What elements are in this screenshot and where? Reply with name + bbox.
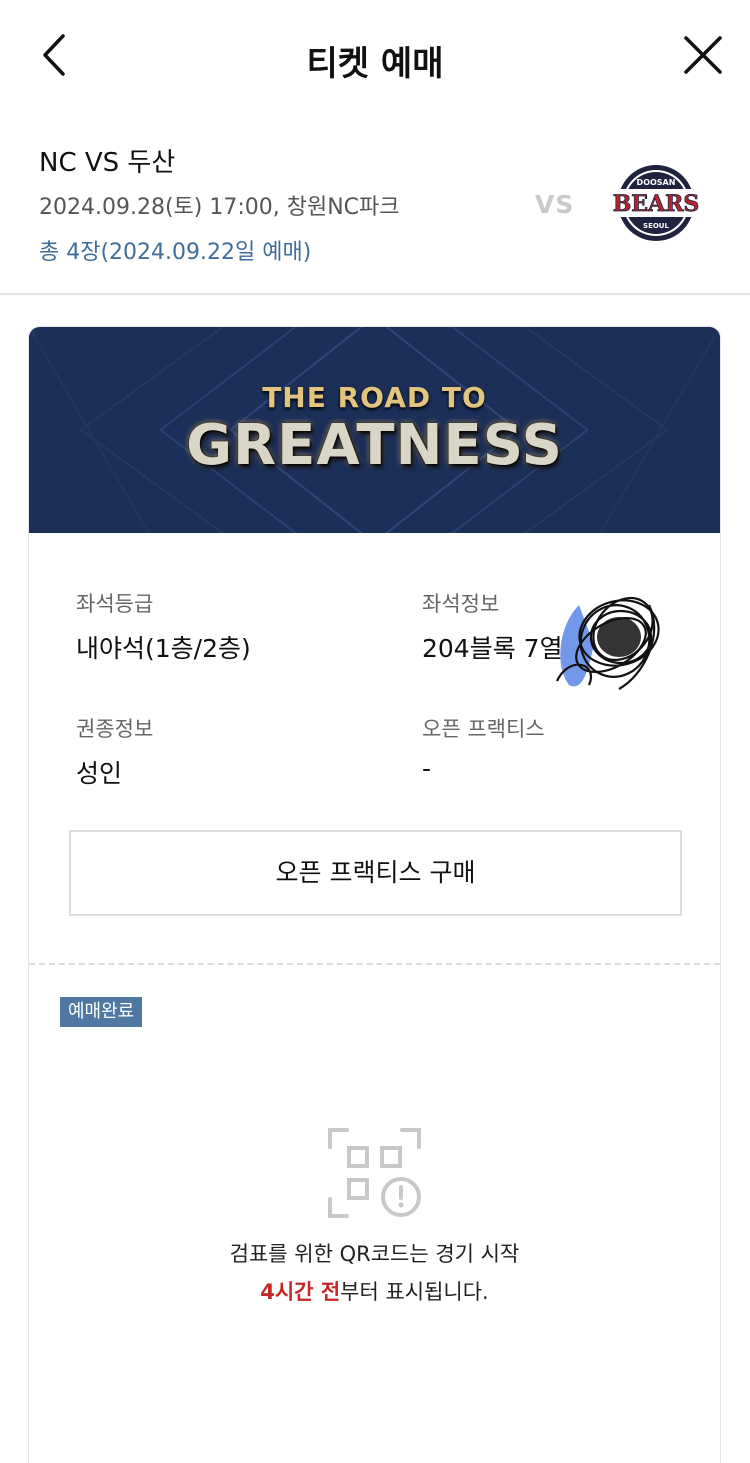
seat-info-label: 좌석정보 [422,592,500,616]
match-name: NC VS 두산 [39,148,176,178]
banner-line-2: GREATNESS [186,413,563,478]
qr-notice-rest: 부터 표시됩니다. [340,1280,489,1304]
ticket-details: 좌석등급 내야석(1층/2층) 좌석정보 204블록 7열 권종정보 성인 오픈… [29,533,720,1304]
page-title: 티켓 예매 [306,44,444,84]
open-practice-value: - [422,754,432,783]
doosan-bears-logo: DOOSAN BEARS SEOUL [604,163,708,243]
qr-code-icon [328,1128,421,1218]
event-banner: THE ROAD TO GREATNESS [29,327,720,533]
status-badge: 예매완료 [60,997,143,1027]
banner-line-1: THE ROAD TO [262,381,487,414]
open-practice-purchase-button[interactable]: 오픈 프랙티스 구매 [69,830,682,916]
open-practice-label: 오픈 프랙티스 [422,717,545,741]
qr-notice-line-1: 검표를 위한 QR코드는 경기 시작 [229,1242,520,1266]
svg-text:BEARS: BEARS [613,191,700,217]
match-datetime-venue: 2024.09.28(토) 17:00, 창원NC파크 [39,195,400,220]
vs-label: VS [535,190,575,219]
seat-grade-value: 내야석(1층/2층) [76,634,251,663]
seat-info-value: 204블록 7열 [422,634,563,663]
seat-grade-label: 좌석등급 [76,592,154,616]
ticket-type-label: 권종정보 [76,717,154,741]
ticket-count: 총 4장(2024.09.22일 예매) [39,240,312,265]
ticket-divider [29,963,720,965]
svg-text:SEOUL: SEOUL [643,222,669,230]
match-summary: NC VS 두산 2024.09.28(토) 17:00, 창원NC파크 총 4… [0,115,750,295]
qr-notice-highlight: 4시간 전 [260,1280,341,1304]
svg-text:DOOSAN: DOOSAN [637,178,676,187]
close-button[interactable] [676,28,732,84]
qr-notice-line-2: 4시간 전부터 표시됩니다. [29,1276,720,1306]
redaction-scribble [556,596,660,690]
close-icon [684,36,722,74]
ticket-card: THE ROAD TO GREATNESS 좌석등급 내야석(1층/2층) 좌석… [28,326,721,1463]
app-header: 티켓 예매 [0,0,750,115]
ticket-type-value: 성인 [76,759,123,788]
